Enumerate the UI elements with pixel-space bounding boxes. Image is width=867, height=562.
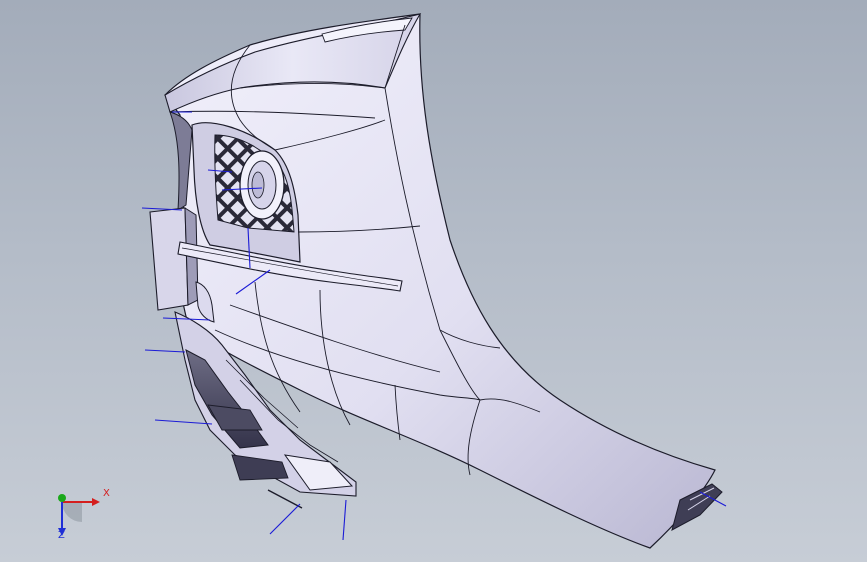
cad-3d-viewport[interactable]: X Y Z — [0, 0, 867, 562]
z-axis-label: Z — [58, 530, 65, 541]
coordinate-triad: X Y Z — [40, 478, 120, 548]
side-vertical-panel — [149, 207, 189, 311]
bumper-3d-model[interactable] — [0, 0, 867, 562]
x-axis-label: X — [103, 488, 110, 499]
